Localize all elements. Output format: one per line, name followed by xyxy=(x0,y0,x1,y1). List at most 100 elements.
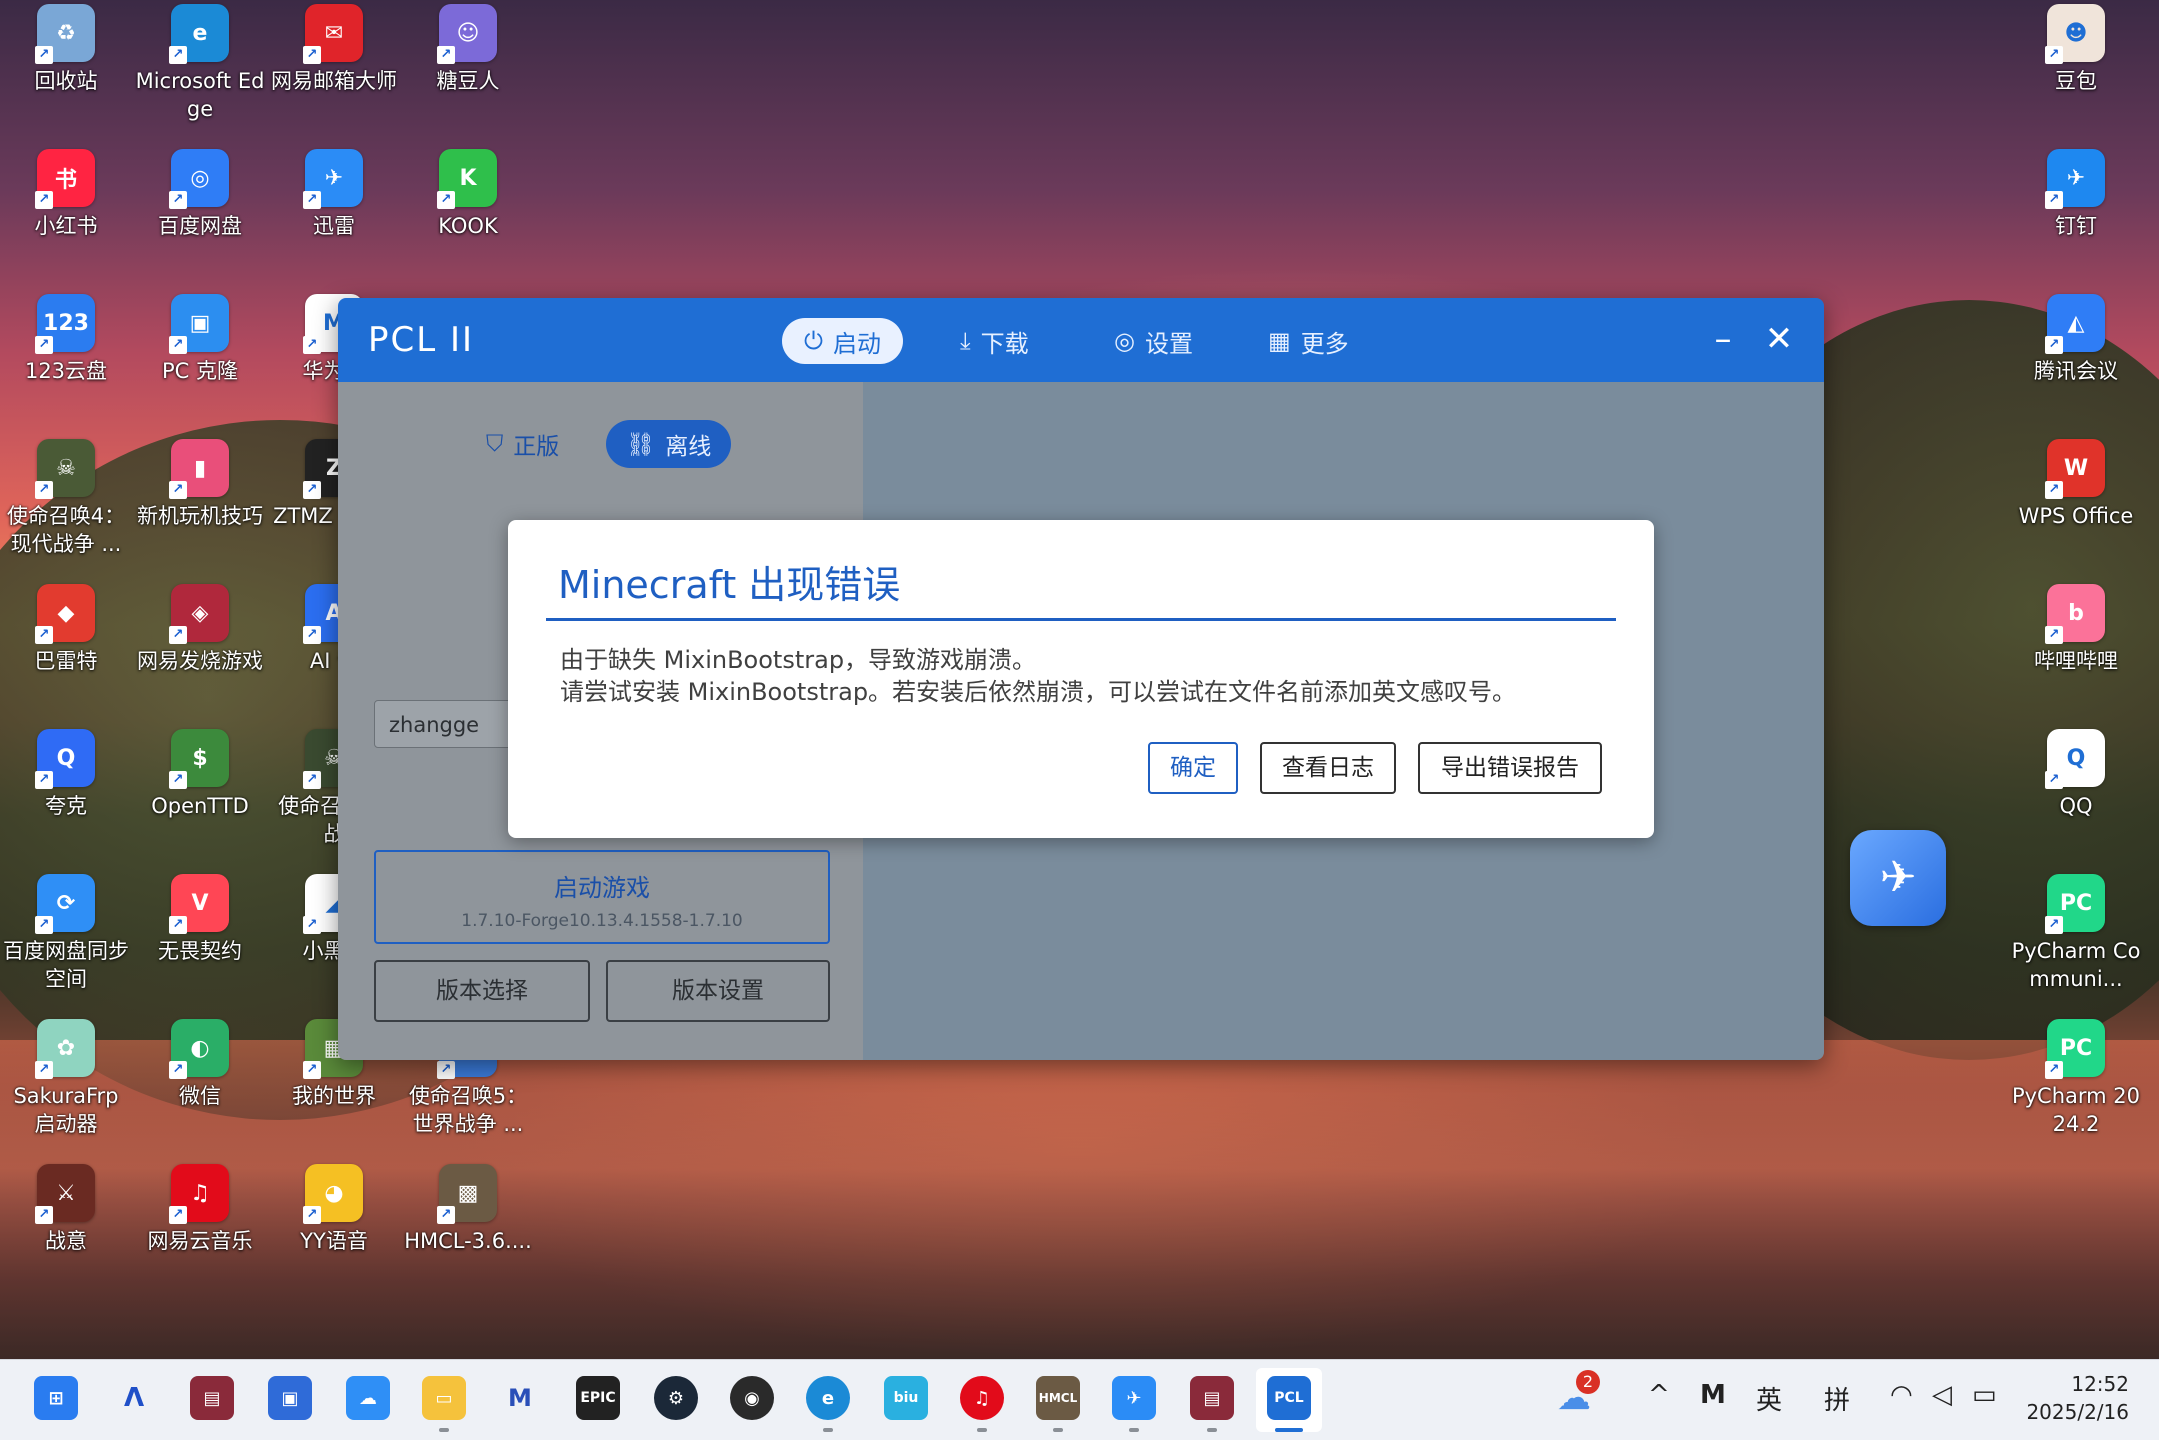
desktop-shortcut[interactable]: ✈ ↗ 钉钉 xyxy=(2010,145,2142,240)
desktop-shortcut[interactable]: $ ↗ OpenTTD xyxy=(134,725,266,820)
dialog-message-line-1: 由于缺失 MixinBootstrap，导致游戏崩溃。 xyxy=(560,646,1037,674)
nav-tab-settings[interactable]: ◎ 设置 xyxy=(1092,318,1215,364)
taskbar-hmcl-running-dot xyxy=(1053,1428,1063,1432)
auth-offline-tab[interactable]: ⛓ 离线 xyxy=(606,420,732,468)
taskbar-file-explorer-icon[interactable]: ▭ xyxy=(422,1376,466,1420)
taskbar-winrar-2-icon[interactable]: ▤ xyxy=(1190,1376,1234,1420)
taskbar-hmcl-icon[interactable]: HMCL xyxy=(1036,1376,1080,1420)
shortcut-arrow-icon: ↗ xyxy=(437,191,455,209)
taskbar-obs-icon[interactable]: ◉ xyxy=(730,1376,774,1420)
taskbar-steam-icon[interactable]: ⚙ xyxy=(654,1376,698,1420)
shortcut-arrow-icon: ↗ xyxy=(2045,771,2063,789)
taskbar-app-a-icon[interactable]: ᐱ xyxy=(112,1376,156,1420)
tray-huawei-icon[interactable]: M xyxy=(1700,1380,1726,1410)
taskbar-biubiu-icon[interactable]: biu xyxy=(884,1376,928,1420)
tray-chevron-up-icon[interactable]: ^ xyxy=(1648,1380,1670,1410)
shortcut-arrow-icon: ↗ xyxy=(303,1061,321,1079)
desktop-shortcut[interactable]: ◭ ↗ 腾讯会议 xyxy=(2010,290,2142,385)
taskbar-store-icon[interactable]: ▣ xyxy=(268,1376,312,1420)
desktop-shortcut[interactable]: K ↗ KOOK xyxy=(402,145,534,240)
shortcut-arrow-icon: ↗ xyxy=(303,626,321,644)
desktop-shortcut[interactable]: Q ↗ 夸克 xyxy=(0,725,132,820)
desktop-shortcut[interactable]: ⚔ ↗ 战意 xyxy=(0,1160,132,1255)
desktop-shortcut-label: WPS Office xyxy=(2018,504,2134,528)
minimize-button[interactable]: – xyxy=(1700,316,1746,362)
desktop-shortcut[interactable]: ◈ ↗ 网易发烧游戏 xyxy=(134,580,266,675)
volume-icon[interactable]: ◁ xyxy=(1932,1380,1952,1410)
pcl-title-bar[interactable]: PCL II ⏻ 启动 ⤓ 下载 ◎ 设置 ▦ 更多 – ✕ xyxy=(338,298,1824,382)
desktop-shortcut[interactable]: e ↗ Microsoft Edge xyxy=(134,0,266,123)
shortcut-arrow-icon: ↗ xyxy=(2045,46,2063,64)
shortcut-arrow-icon: ↗ xyxy=(169,191,187,209)
launch-game-button[interactable]: 启动游戏 1.7.10-Forge10.13.4.1558-1.7.10 xyxy=(374,850,830,944)
taskbar-pcl-icon[interactable]: PCL xyxy=(1267,1376,1311,1420)
battery-icon[interactable]: ▭ xyxy=(1972,1380,1997,1410)
taskbar-winrar-icon[interactable]: ▤ xyxy=(190,1376,234,1420)
launch-version-label: 1.7.10-Forge10.13.4.1558-1.7.10 xyxy=(461,911,743,931)
shortcut-arrow-icon: ↗ xyxy=(169,46,187,64)
desktop-shortcut[interactable]: PC ↗ PyCharm Communi... xyxy=(2010,870,2142,993)
desktop-shortcut[interactable]: ⟳ ↗ 百度网盘同步空间 xyxy=(0,870,132,993)
close-button[interactable]: ✕ xyxy=(1756,316,1802,362)
desktop-shortcut[interactable]: ✿ ↗ SakuraFrp 启动器 xyxy=(0,1015,132,1138)
wifi-icon[interactable]: ◠ xyxy=(1890,1380,1913,1410)
version-settings-button[interactable]: 版本设置 xyxy=(606,960,830,1022)
auth-official-label: 正版 xyxy=(513,434,560,460)
desktop-shortcut-label: SakuraFrp 启动器 xyxy=(13,1084,119,1136)
taskbar-music-running-dot xyxy=(977,1428,987,1432)
tray-ime-language[interactable]: 英 xyxy=(1756,1380,1782,1417)
export-report-button[interactable]: 导出错误报告 xyxy=(1418,742,1602,794)
taskbar-netease-music-icon[interactable]: ♫ xyxy=(960,1376,1004,1420)
desktop-shortcut[interactable]: ◎ ↗ 百度网盘 xyxy=(134,145,266,240)
desktop-shortcut[interactable]: b ↗ 哔哩哔哩 xyxy=(2010,580,2142,675)
desktop-shortcut-label: 夸克 xyxy=(45,794,87,818)
desktop-shortcut[interactable]: ☠ ↗ 使命召唤4：现代战争 ... xyxy=(0,435,132,558)
baidu-netdisk-icon: ◎ ↗ xyxy=(169,149,229,209)
nav-tab-launch[interactable]: ⏻ 启动 xyxy=(782,318,903,364)
auth-offline-label: 离线 xyxy=(665,434,712,460)
taskbar-xunlei-icon[interactable]: ✈ xyxy=(1112,1376,1156,1420)
desktop-shortcut[interactable]: ♻ ↗ 回收站 xyxy=(0,0,132,95)
nav-tab-download[interactable]: ⤓ 下载 xyxy=(938,318,1051,364)
taskbar-edge-icon[interactable]: e xyxy=(806,1376,850,1420)
desktop-shortcut-label: 使命召唤5：世界战争 ... xyxy=(408,1084,528,1136)
desktop-shortcut[interactable]: 123 ↗ 123云盘 xyxy=(0,290,132,385)
shortcut-arrow-icon: ↗ xyxy=(169,336,187,354)
desktop-shortcut[interactable]: ◆ ↗ 巴雷特 xyxy=(0,580,132,675)
desktop-shortcut[interactable]: V ↗ 无畏契约 xyxy=(134,870,266,965)
grid-icon: ▦ xyxy=(1268,327,1291,355)
floating-widget-bird-icon[interactable]: ✈ xyxy=(1850,830,1946,926)
desktop-shortcut[interactable]: ▣ ↗ PC 克隆 xyxy=(134,290,266,385)
pycharm-ce-icon: PC ↗ xyxy=(2045,874,2105,934)
start-windows-icon[interactable]: ⊞ xyxy=(34,1376,78,1420)
desktop-shortcut[interactable]: ♫ ↗ 网易云音乐 xyxy=(134,1160,266,1255)
desktop-shortcut[interactable]: 书 ↗ 小红书 xyxy=(0,145,132,240)
taskbar-huawei-pc-icon[interactable]: M xyxy=(498,1376,542,1420)
desktop-shortcut[interactable]: ✈ ↗ 迅雷 xyxy=(268,145,400,240)
shortcut-arrow-icon: ↗ xyxy=(169,1206,187,1224)
desktop-shortcut[interactable]: W ↗ WPS Office xyxy=(2010,435,2142,530)
auth-official-tab[interactable]: ⛉ 正版 xyxy=(466,420,579,468)
desktop-shortcut[interactable]: PC ↗ PyCharm 2024.2 xyxy=(2010,1015,2142,1138)
taskbar-epic-games-icon[interactable]: EPIC xyxy=(576,1376,620,1420)
nav-settings-label: 设置 xyxy=(1144,329,1193,358)
clock[interactable]: 12:52 2025/2/16 xyxy=(2026,1370,2129,1426)
desktop-shortcut[interactable]: ☺ ↗ 糖豆人 xyxy=(402,0,534,95)
nav-tab-more[interactable]: ▦ 更多 xyxy=(1246,318,1371,364)
desktop-shortcut[interactable]: ▮ ↗ 新机玩机技巧 xyxy=(134,435,266,530)
desktop-shortcut[interactable]: ✉ ↗ 网易邮箱大师 xyxy=(268,0,400,95)
desktop-shortcut[interactable]: ◕ ↗ YY语音 xyxy=(268,1160,400,1255)
shortcut-arrow-icon: ↗ xyxy=(169,1061,187,1079)
tray-ime-mode[interactable]: 拼 xyxy=(1824,1380,1850,1417)
ok-button[interactable]: 确定 xyxy=(1148,742,1238,794)
taskbar-edge-running-dot xyxy=(823,1428,833,1432)
desktop-shortcut[interactable]: Q ↗ QQ xyxy=(2010,725,2142,820)
view-log-button[interactable]: 查看日志 xyxy=(1260,742,1396,794)
desktop-shortcut-label: 小红书 xyxy=(34,214,98,238)
desktop-shortcut[interactable]: ☻ ↗ 豆包 xyxy=(2010,0,2142,95)
desktop-shortcut[interactable]: ◐ ↗ 微信 xyxy=(134,1015,266,1110)
version-select-button[interactable]: 版本选择 xyxy=(374,960,590,1022)
taskbar-cloud-icon[interactable]: ☁ xyxy=(346,1376,390,1420)
conquerors-blade-icon: ⚔ ↗ xyxy=(35,1164,95,1224)
desktop-shortcut[interactable]: ▩ ↗ HMCL-3.6.... xyxy=(402,1160,534,1255)
